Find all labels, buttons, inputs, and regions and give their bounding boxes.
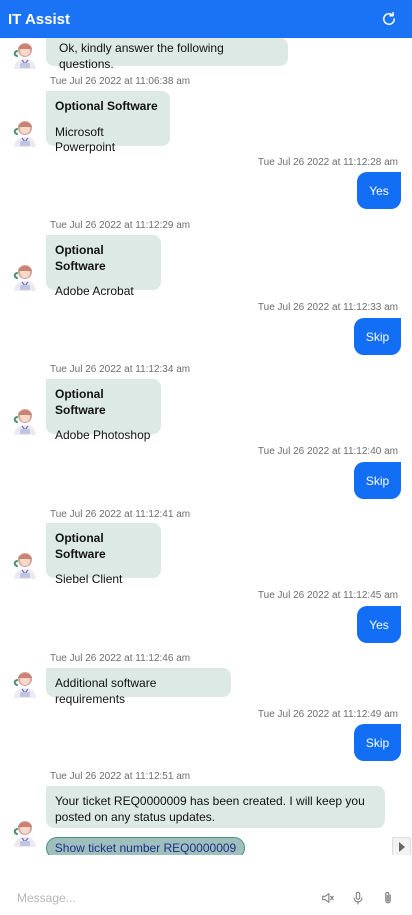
- bot-avatar: [10, 262, 38, 292]
- bot-avatar: [10, 118, 38, 148]
- message-timestamp: Tue Jul 26 2022 at 11:12:40 am: [257, 446, 398, 457]
- message-timestamp: Tue Jul 26 2022 at 11:12:51 am: [50, 771, 191, 782]
- bot-message: Optional Software Siebel Client: [46, 523, 161, 586]
- message-timestamp: Tue Jul 26 2022 at 11:12:34 am: [50, 364, 191, 375]
- bot-message: Optional Software Microsoft Powerpoint: [46, 91, 170, 154]
- message-timestamp: Tue Jul 26 2022 at 11:12:33 am: [257, 302, 398, 313]
- user-message: Skip: [354, 318, 401, 355]
- refresh-icon[interactable]: [380, 10, 398, 28]
- chat-area[interactable]: Ok, kindly answer the following question…: [0, 38, 412, 855]
- bot-message: Optional Software Adobe Photoshop: [46, 379, 161, 442]
- user-message: Yes: [357, 172, 401, 209]
- bot-avatar: [10, 550, 38, 580]
- bot-avatar: [10, 40, 38, 70]
- user-message: Skip: [354, 462, 401, 499]
- show-ticket-button[interactable]: Show ticket number REQ0000009: [46, 837, 245, 855]
- user-message: Skip: [354, 724, 401, 761]
- message-timestamp: Tue Jul 26 2022 at 11:06:38 am: [50, 76, 191, 87]
- bot-message: Optional Software Adobe Acrobat: [46, 235, 161, 298]
- message-timestamp: Tue Jul 26 2022 at 11:12:45 am: [257, 590, 398, 601]
- message-input[interactable]: [17, 890, 305, 905]
- mute-icon[interactable]: [321, 891, 335, 905]
- attachment-icon[interactable]: [381, 891, 395, 905]
- chevron-right-icon: [398, 842, 405, 852]
- message-timestamp: Tue Jul 26 2022 at 11:12:28 am: [257, 157, 398, 168]
- bot-message: Additional software requirements: [46, 668, 231, 706]
- bot-message: Your ticket REQ0000009 has been created.…: [46, 786, 385, 828]
- app-header: IT Assist: [0, 0, 412, 38]
- bot-avatar: [10, 669, 38, 699]
- message-composer: [0, 880, 412, 915]
- bot-avatar: [10, 818, 38, 848]
- user-message: Yes: [357, 606, 401, 643]
- message-timestamp: Tue Jul 26 2022 at 11:12:49 am: [257, 709, 398, 720]
- bot-avatar: [10, 406, 38, 436]
- message-timestamp: Tue Jul 26 2022 at 11:12:29 am: [50, 220, 191, 231]
- scroll-right-button[interactable]: [392, 837, 411, 855]
- message-timestamp: Tue Jul 26 2022 at 11:12:46 am: [50, 653, 191, 664]
- bot-message: Ok, kindly answer the following question…: [46, 38, 288, 71]
- message-timestamp: Tue Jul 26 2022 at 11:12:41 am: [50, 509, 191, 520]
- microphone-icon[interactable]: [351, 891, 365, 905]
- app-title: IT Assist: [8, 10, 70, 28]
